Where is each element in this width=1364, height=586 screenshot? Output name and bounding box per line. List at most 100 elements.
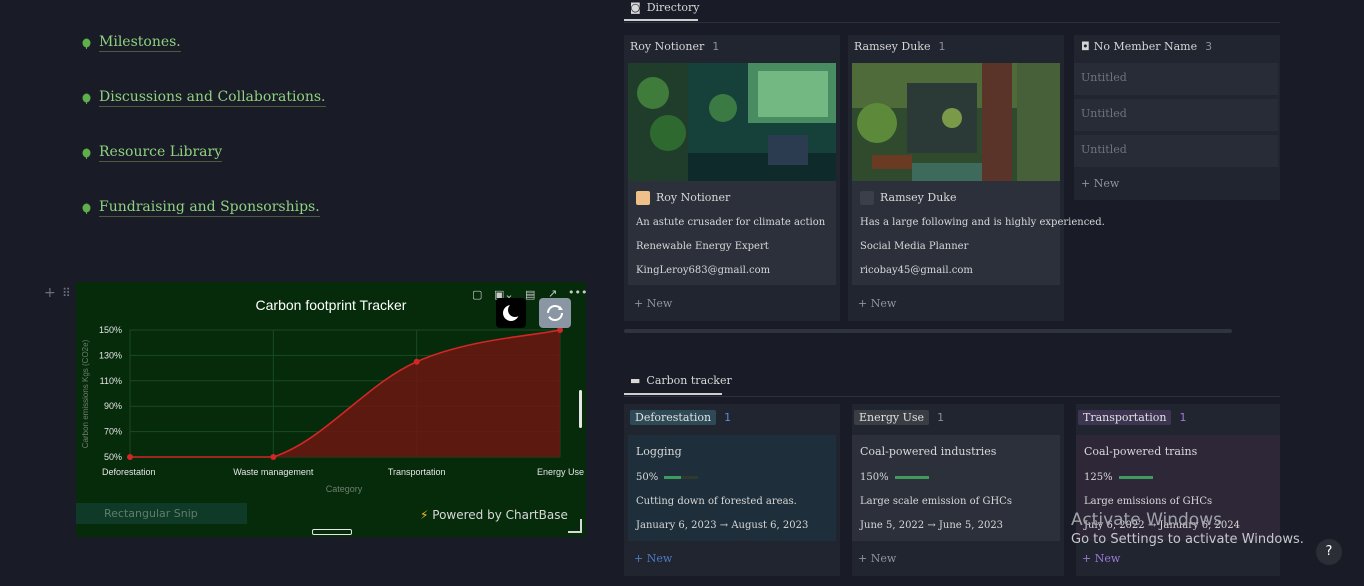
new-card-button[interactable]: + New <box>1082 552 1120 565</box>
member-card[interactable]: Ramsey Duke Has a large following and is… <box>852 63 1105 285</box>
new-card-button[interactable]: + New <box>634 552 672 565</box>
avatar-icon <box>636 191 650 205</box>
column-count: 1 <box>712 40 720 53</box>
bullet-item[interactable]: Resource Library <box>82 144 223 162</box>
x-tick-label: Transportation <box>388 467 446 477</box>
column-name: No Member Name <box>1093 40 1198 53</box>
card-description: Cutting down of forested areas. <box>636 496 797 507</box>
board-column: ◘ No Member Name 3 Untitled Untitled Unt… <box>1074 35 1280 200</box>
resize-handle-bottom[interactable] <box>312 529 352 535</box>
member-role: Renewable Energy Expert <box>636 241 769 252</box>
directory-title[interactable]: ◙ Directory <box>630 1 699 14</box>
column-count: 1 <box>1179 411 1187 424</box>
green-leaf-icon <box>82 148 91 159</box>
column-header[interactable]: Roy Notioner 1 <box>630 40 719 53</box>
status-tag: Energy Use <box>854 410 930 425</box>
column-count: 1 <box>938 40 946 53</box>
horizontal-scrollbar[interactable] <box>624 329 1232 333</box>
y-tick-label: 150% <box>99 325 122 335</box>
lightning-icon: ⚡ <box>420 508 429 522</box>
tracker-title[interactable]: ▬ Carbon tracker <box>630 374 732 387</box>
data-point[interactable] <box>270 454 277 460</box>
percent-value: 125% <box>1084 472 1113 483</box>
snip-tooltip: Rectangular Snip <box>76 503 247 524</box>
inbox-icon: ◘ <box>1081 40 1090 53</box>
tracker-card[interactable]: Logging 50% Cutting down of forested are… <box>628 435 836 541</box>
tab-underline <box>624 19 698 21</box>
chart-title: Carbon footprint Tracker <box>256 297 407 313</box>
activation-watermark: Activate Windows Go to Settings to activ… <box>1071 510 1304 547</box>
y-tick-label: 130% <box>99 350 122 360</box>
board-column: Deforestation 1 Logging 50% Cutting down… <box>624 404 840 576</box>
avatar-icon <box>860 191 874 205</box>
bullet-item[interactable]: Discussions and Collaborations. <box>82 89 326 107</box>
bullet-label[interactable]: Resource Library <box>99 144 223 162</box>
powered-by[interactable]: ⚡ Powered by ChartBase <box>420 508 568 522</box>
tracker-title-label: Carbon tracker <box>646 374 732 387</box>
y-tick-label: 110% <box>100 376 122 386</box>
drag-handle-icon[interactable]: ⠿ <box>62 286 71 300</box>
new-card-button[interactable]: + New <box>634 297 672 310</box>
card-title: Logging <box>636 445 682 458</box>
date-range: January 6, 2023 → August 6, 2023 <box>636 520 809 531</box>
card-description: Large emissions of GHCs <box>1084 496 1213 507</box>
member-name: Roy Notioner <box>656 191 731 204</box>
snip-label: Rectangular Snip <box>104 507 198 520</box>
bullet-item[interactable]: Fundraising and Sponsorships. <box>82 199 320 217</box>
progress-bar <box>664 476 699 479</box>
column-count: 3 <box>1205 40 1213 53</box>
comment-icon[interactable]: ▢ <box>472 288 482 301</box>
column-count: 1 <box>724 411 732 424</box>
green-leaf-icon <box>82 203 91 214</box>
card-title: Coal-powered industries <box>860 445 997 458</box>
green-leaf-icon <box>82 93 91 104</box>
member-card[interactable]: Roy Notioner An astute crusader for clim… <box>628 63 836 285</box>
caption-icon[interactable]: ▤ <box>525 288 535 301</box>
column-header[interactable]: Energy Use 1 <box>854 410 944 425</box>
tracker-card[interactable]: Coal-powered industries 150% Large scale… <box>852 435 1060 541</box>
status-tag: Transportation <box>1078 410 1172 425</box>
bullet-label[interactable]: Milestones. <box>99 34 181 52</box>
resize-corner-icon[interactable] <box>568 519 582 533</box>
moon-icon <box>503 303 522 321</box>
y-tick-label: 90% <box>104 401 122 411</box>
column-header[interactable]: Deforestation 1 <box>630 410 731 425</box>
data-point[interactable] <box>127 454 133 460</box>
member-email: ricobay45@gmail.com <box>860 265 973 276</box>
board-column: Ramsey Duke 1 Ramsey Duke Has a large fo… <box>848 35 1105 321</box>
new-card-button[interactable]: + New <box>858 552 896 565</box>
column-header[interactable]: Transportation 1 <box>1078 410 1186 425</box>
y-tick-label: 70% <box>104 427 122 437</box>
bullet-item[interactable]: Milestones. <box>82 34 181 52</box>
help-button[interactable]: ? <box>1316 539 1342 565</box>
progress-bar <box>894 476 929 479</box>
x-axis-label: Category <box>326 484 363 494</box>
bullet-label[interactable]: Discussions and Collaborations. <box>99 89 326 107</box>
directory-title-label: Directory <box>646 1 700 14</box>
resize-handle-right[interactable] <box>579 390 582 428</box>
dark-mode-button[interactable] <box>496 298 526 328</box>
column-header[interactable]: ◘ No Member Name 3 <box>1081 40 1212 53</box>
column-name: Roy Notioner <box>630 40 705 53</box>
bullet-label[interactable]: Fundraising and Sponsorships. <box>99 199 320 217</box>
untitled-card[interactable]: Untitled <box>1074 99 1278 131</box>
powered-by-label: Powered by ChartBase <box>432 508 568 522</box>
member-name: Ramsey Duke <box>880 191 957 204</box>
refresh-icon <box>547 305 563 321</box>
untitled-card[interactable]: Untitled <box>1074 63 1278 95</box>
cover-image <box>628 63 836 181</box>
watermark-line1: Activate Windows <box>1071 510 1222 530</box>
new-card-button[interactable]: + New <box>1081 177 1119 190</box>
member-role: Social Media Planner <box>860 241 969 252</box>
add-block-icon[interactable]: + <box>44 285 56 301</box>
board-column: Roy Notioner 1 Roy Notioner An astute cr… <box>624 35 840 321</box>
green-leaf-icon <box>82 38 91 49</box>
shoe-icon: ▬ <box>630 374 641 387</box>
untitled-card[interactable]: Untitled <box>1074 135 1278 167</box>
x-tick-label: Energy Use <box>537 467 584 477</box>
progress-bar <box>1118 476 1153 479</box>
refresh-button[interactable] <box>539 298 571 328</box>
data-point[interactable] <box>413 358 420 365</box>
column-header[interactable]: Ramsey Duke 1 <box>854 40 945 53</box>
new-card-button[interactable]: + New <box>858 297 896 310</box>
